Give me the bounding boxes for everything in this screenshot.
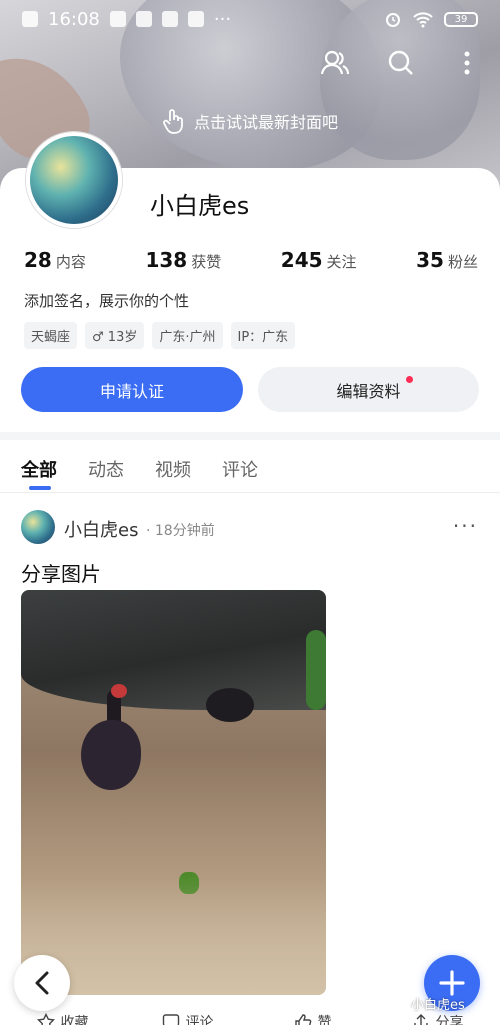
notification-dot	[406, 376, 413, 383]
tag-gender-age: ♂ 13岁	[85, 322, 145, 349]
stat-label: 粉丝	[447, 253, 478, 271]
app-icon	[161, 11, 178, 27]
watermark: 小白虎es	[394, 994, 465, 1013]
stat-number: 35	[416, 248, 444, 272]
more-notifications-icon: ···	[213, 8, 232, 30]
tap-hand-icon	[163, 109, 183, 134]
like-action[interactable]: 赞	[250, 1012, 375, 1025]
app-icon	[187, 11, 204, 27]
more-vertical-icon[interactable]	[452, 48, 482, 78]
tab-comments[interactable]: 评论	[222, 456, 258, 482]
tab-moments[interactable]: 动态	[88, 456, 124, 482]
content-tabs: 全部 动态 视频 评论	[21, 456, 258, 482]
battery-level: 39	[454, 13, 468, 25]
cover-hint-text: 点击试试最新封面吧	[193, 113, 338, 132]
share-label: 分享	[435, 1015, 464, 1025]
tab-videos[interactable]: 视频	[155, 456, 191, 482]
signature[interactable]: 添加签名，展示你的个性	[24, 290, 189, 311]
post-time: · 18分钟前	[146, 523, 215, 539]
back-button[interactable]	[14, 955, 70, 1011]
stat-following[interactable]: 245 关注	[281, 248, 357, 272]
image-duck-2	[206, 688, 254, 722]
post-author[interactable]: 小白虎es	[64, 516, 138, 542]
cover-hint[interactable]: 点击试试最新封面吧	[0, 108, 500, 134]
edit-profile-label: 编辑资料	[336, 381, 401, 401]
post-more-icon[interactable]: ···	[453, 514, 478, 538]
stat-number: 245	[280, 248, 323, 272]
watermark-text: 小白虎es	[411, 998, 465, 1013]
star-icon	[36, 1013, 55, 1025]
section-divider	[0, 432, 500, 440]
tabs-divider	[0, 492, 500, 493]
share-icon	[413, 1014, 428, 1025]
avatar[interactable]	[26, 132, 122, 228]
comment-icon	[162, 1014, 179, 1025]
stat-followers[interactable]: 35 粉丝	[416, 248, 478, 272]
status-bar: 16:08 ··· 39	[0, 0, 500, 38]
wifi-icon	[413, 12, 433, 28]
post-avatar[interactable]	[21, 510, 55, 544]
stat-content[interactable]: 28 内容	[24, 248, 86, 272]
battery-icon: 39	[444, 11, 478, 27]
top-action-bar	[320, 48, 482, 78]
stat-label: 获赞	[191, 253, 222, 271]
apply-certification-button[interactable]: 申请认证	[21, 367, 243, 412]
stat-label: 内容	[55, 253, 86, 271]
app-icon	[109, 11, 126, 27]
post-text: 分享图片	[21, 562, 101, 586]
user-group-icon[interactable]	[320, 48, 350, 78]
chevron-left-icon	[35, 971, 49, 995]
post-image[interactable]	[21, 590, 326, 995]
image-duck	[81, 720, 141, 790]
stat-number: 138	[145, 248, 188, 272]
stat-number: 28	[24, 248, 52, 272]
stat-label: 关注	[326, 253, 357, 271]
comment-label: 评论	[185, 1015, 214, 1025]
image-tarp	[21, 590, 326, 710]
favorite-action[interactable]: 收藏	[0, 1012, 125, 1025]
plus-icon	[439, 970, 465, 996]
notification-icon	[22, 11, 38, 27]
image-duck-head	[111, 684, 127, 698]
active-tab-indicator	[29, 486, 51, 490]
stat-likes[interactable]: 138 获赞	[145, 248, 221, 272]
search-icon[interactable]	[386, 48, 416, 78]
image-plant	[306, 630, 326, 710]
tag-ip: IP：广东	[230, 322, 296, 349]
like-label: 赞	[317, 1015, 332, 1025]
tab-all[interactable]: 全部	[21, 456, 57, 482]
alarm-icon	[386, 13, 400, 27]
comment-action[interactable]: 评论	[125, 1012, 250, 1025]
post-actions: 收藏 评论 赞 分享	[0, 1012, 500, 1025]
stats-row: 28 内容 138 获赞 245 关注 35 粉丝	[24, 248, 478, 272]
tag-location: 广东·广州	[152, 322, 223, 349]
thumbs-up-icon	[294, 1014, 311, 1025]
username: 小白虎es	[150, 192, 250, 220]
app-icon	[135, 11, 152, 27]
camera-icon	[394, 999, 408, 1010]
status-time: 16:08	[48, 8, 100, 30]
favorite-label: 收藏	[60, 1015, 89, 1025]
share-action[interactable]: 分享	[375, 1012, 500, 1025]
edit-profile-button[interactable]: 编辑资料	[258, 367, 479, 412]
tag-zodiac: 天蝎座	[24, 322, 78, 349]
profile-tags: 天蝎座 ♂ 13岁 广东·广州 IP：广东	[24, 322, 296, 349]
